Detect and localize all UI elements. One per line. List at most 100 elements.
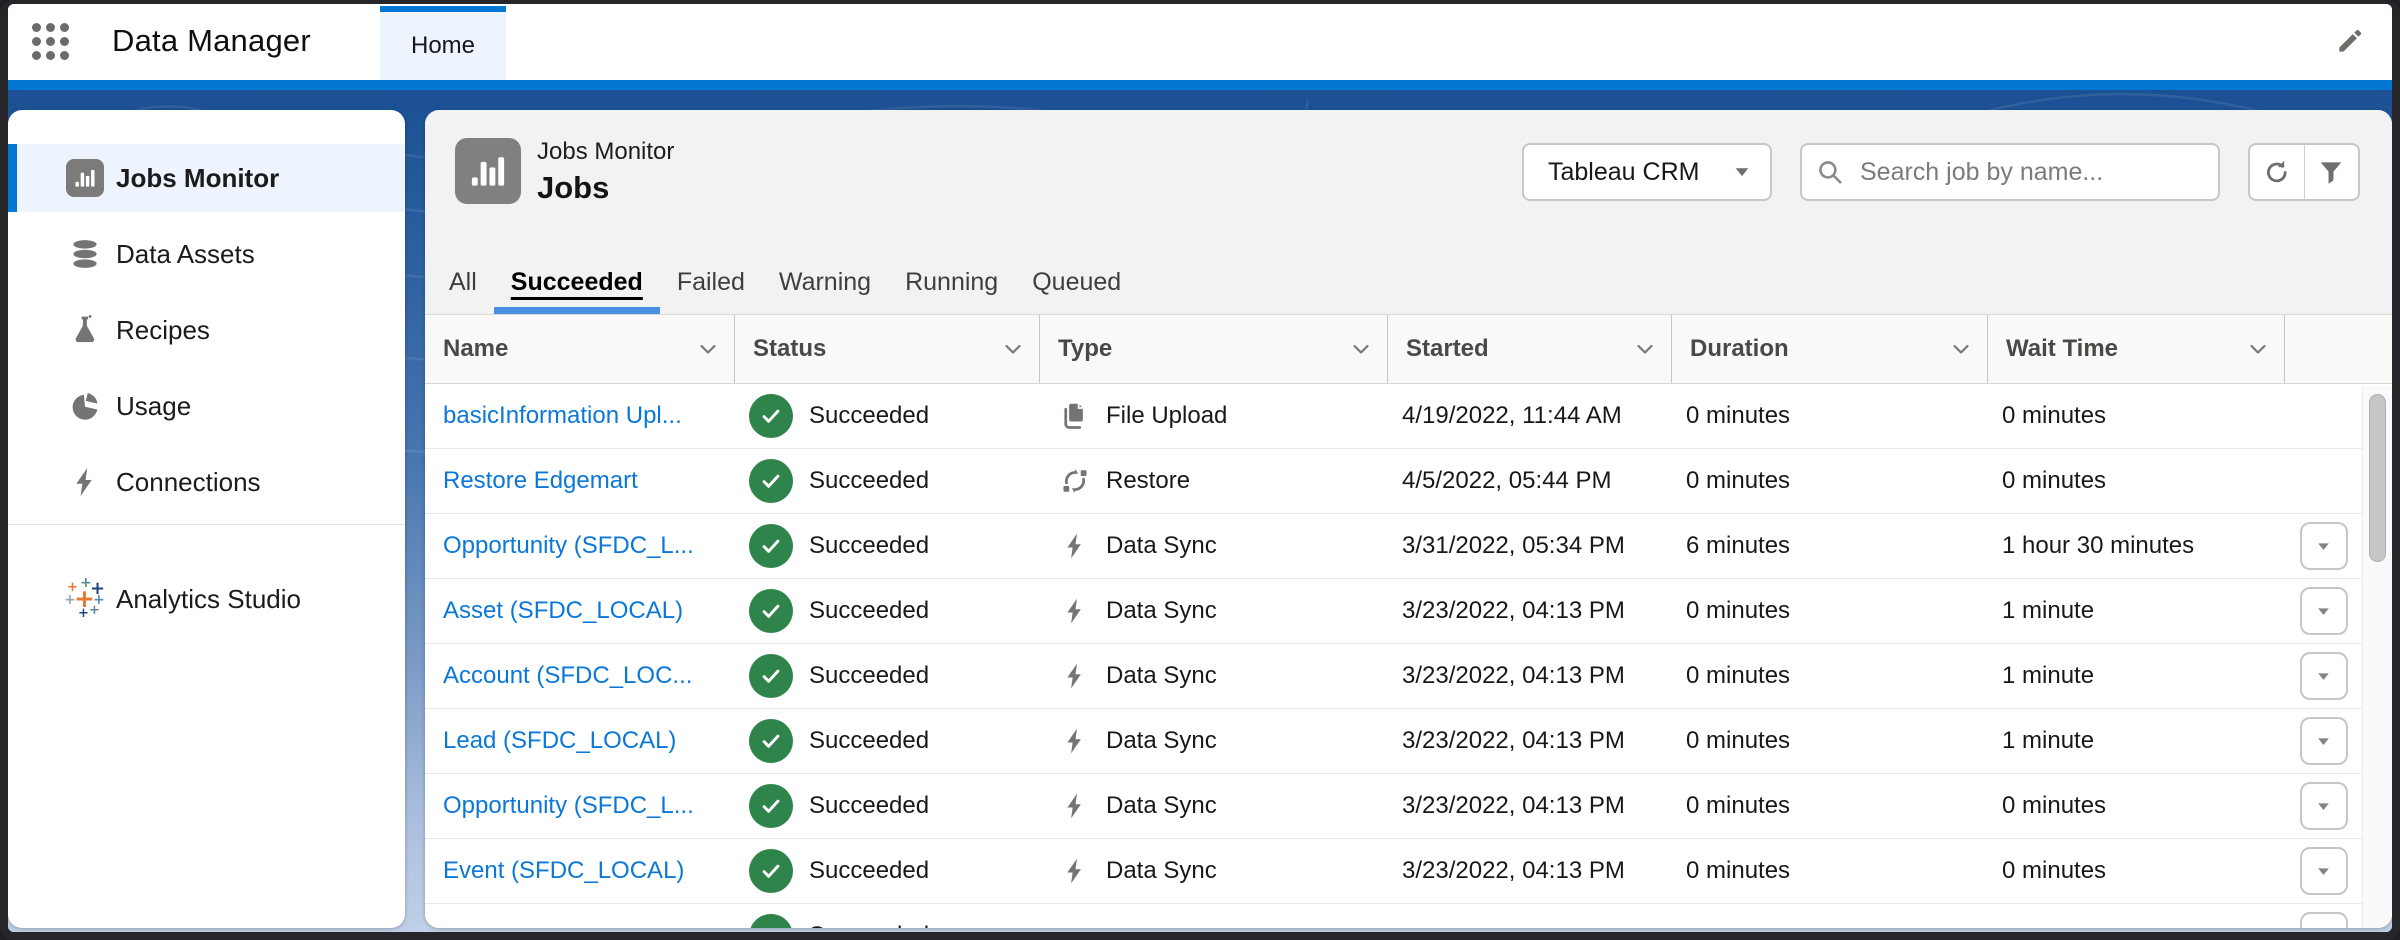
status-label: Succeeded bbox=[809, 792, 929, 820]
tab-running[interactable]: Running bbox=[905, 250, 998, 314]
job-name-link[interactable]: Account (SFDC_LOC... bbox=[443, 662, 692, 690]
lightning-icon bbox=[1060, 661, 1090, 691]
sidebar-item-label: Recipes bbox=[116, 315, 210, 346]
job-name-link[interactable]: basicInformation Upl... bbox=[443, 402, 682, 430]
sidebar-item-usage[interactable]: Usage bbox=[8, 372, 405, 440]
row-actions-button[interactable] bbox=[2300, 782, 2348, 830]
page-background: Jobs Monitor Data Assets Recipes Usage C… bbox=[8, 90, 2392, 932]
row-actions-button[interactable] bbox=[2300, 587, 2348, 635]
type-label: Data Sync bbox=[1106, 792, 1217, 820]
sidebar-item-label: Connections bbox=[116, 467, 261, 498]
column-header-duration[interactable]: Duration bbox=[1672, 315, 1988, 383]
app-launcher-waffle-icon[interactable] bbox=[32, 23, 72, 61]
tab-succeeded[interactable]: Succeeded bbox=[511, 250, 643, 314]
duration-cell: 0 minutes bbox=[1672, 727, 1988, 755]
status-label: Succeeded bbox=[809, 532, 929, 560]
sidebar-item-label: Data Assets bbox=[116, 239, 255, 270]
toolbar-button-group bbox=[2248, 143, 2360, 201]
job-name-link[interactable]: Restore Edgemart bbox=[443, 467, 638, 495]
chevron-down-icon bbox=[2246, 337, 2270, 361]
table-row: Opportunity (SFDC_L... Succeeded Data Sy… bbox=[425, 514, 2392, 579]
type-label: Data Sync bbox=[1106, 662, 1217, 690]
job-name-link[interactable]: Asset (SFDC_LOCAL) bbox=[443, 597, 683, 625]
pencil-icon[interactable] bbox=[2332, 24, 2368, 60]
table-row: Lead (SFDC_LOCAL) Succeeded Data Sync 3/… bbox=[425, 709, 2392, 774]
status-label: Succeeded bbox=[809, 662, 929, 690]
column-header-name[interactable]: Name bbox=[425, 315, 735, 383]
job-name-link[interactable]: Opportunity (SFDC_L... bbox=[443, 792, 694, 820]
column-header-status[interactable]: Status bbox=[735, 315, 1040, 383]
started-cell: 3/23/2022, 04:13 PM bbox=[1388, 662, 1672, 690]
table-scrollbar[interactable] bbox=[2362, 386, 2392, 928]
lightning-icon bbox=[1060, 791, 1090, 821]
tab-warning[interactable]: Warning bbox=[779, 250, 871, 314]
column-header-wait-time[interactable]: Wait Time bbox=[1988, 315, 2285, 383]
row-actions-button[interactable] bbox=[2300, 717, 2348, 765]
chevron-down-icon bbox=[696, 337, 720, 361]
status-label: Succeeded bbox=[809, 857, 929, 885]
table-row: Opportunity (SFDC_L... Succeeded Data Sy… bbox=[425, 774, 2392, 839]
sidebar-item-recipes[interactable]: Recipes bbox=[8, 296, 405, 364]
sidebar-item-jobs-monitor[interactable]: Jobs Monitor bbox=[8, 144, 405, 212]
wait-time-cell: 0 minutes bbox=[1988, 792, 2285, 820]
sidebar-item-analytics-studio[interactable]: + + + + + + + + Analytics Studio bbox=[8, 565, 405, 633]
scrollbar-thumb[interactable] bbox=[2369, 394, 2386, 562]
row-actions-button[interactable] bbox=[2300, 652, 2348, 700]
pie-chart-icon bbox=[66, 387, 104, 425]
success-check-icon bbox=[749, 719, 793, 763]
status-label: Succeeded bbox=[809, 597, 929, 625]
sidebar-divider bbox=[8, 524, 405, 525]
lightning-icon bbox=[1060, 726, 1090, 756]
duration-cell: 0 minutes bbox=[1672, 402, 1988, 430]
jobs-panel: Jobs Monitor Jobs Tableau CRM bbox=[425, 110, 2392, 928]
data-manager-window: Data Manager Home bbox=[8, 4, 2392, 932]
row-actions-button[interactable] bbox=[2300, 847, 2348, 895]
success-check-icon bbox=[749, 589, 793, 633]
job-name-link[interactable]: Lead (SFDC_LOCAL) bbox=[443, 727, 676, 755]
lightning-icon bbox=[1060, 531, 1090, 561]
sidebar-footer: + + + + + + + + Analytics Studio bbox=[8, 565, 405, 633]
duration-cell: 0 minutes bbox=[1672, 857, 1988, 885]
wait-time-cell: 1 minute bbox=[1988, 727, 2285, 755]
refresh-icon[interactable] bbox=[2250, 145, 2305, 199]
nav-tab-home[interactable]: Home bbox=[380, 6, 506, 80]
tab-all[interactable]: All bbox=[449, 250, 477, 314]
started-cell: 3/31/2022, 05:34 PM bbox=[1388, 532, 1672, 560]
started-cell: 4/19/2022, 11:44 AM bbox=[1388, 402, 1672, 430]
column-header-type[interactable]: Type bbox=[1040, 315, 1388, 383]
row-actions-button[interactable] bbox=[2300, 912, 2348, 928]
row-actions-button[interactable] bbox=[2300, 522, 2348, 570]
job-name-link[interactable]: Event (SFDC_LOCAL) bbox=[443, 857, 684, 885]
wait-time-cell: 1 minute bbox=[1988, 597, 2285, 625]
jobs-panel-header: Jobs Monitor Jobs Tableau CRM bbox=[425, 110, 2392, 314]
success-check-icon bbox=[749, 524, 793, 568]
success-check-icon bbox=[749, 784, 793, 828]
wait-time-cell: 0 minutes bbox=[1988, 467, 2285, 495]
sidebar: Jobs Monitor Data Assets Recipes Usage C… bbox=[8, 110, 405, 928]
sidebar-item-data-assets[interactable]: Data Assets bbox=[8, 220, 405, 288]
wait-time-cell: 0 minutes bbox=[1988, 857, 2285, 885]
sidebar-item-connections[interactable]: Connections bbox=[8, 448, 405, 516]
chevron-down-icon bbox=[1349, 337, 1373, 361]
search-input[interactable] bbox=[1800, 143, 2220, 201]
table-row: basicInformation Upl... Succeeded File U… bbox=[425, 384, 2392, 449]
org-picklist-value: Tableau CRM bbox=[1548, 158, 1699, 187]
type-label: File Upload bbox=[1106, 402, 1227, 430]
column-header-started[interactable]: Started bbox=[1388, 315, 1672, 383]
status-label: Succeeded bbox=[809, 727, 929, 755]
tab-failed[interactable]: Failed bbox=[677, 250, 745, 314]
lightning-icon bbox=[66, 463, 104, 501]
screenshot-frame: Data Manager Home bbox=[0, 0, 2400, 940]
flask-icon bbox=[66, 311, 104, 349]
database-icon bbox=[66, 235, 104, 273]
tab-queued[interactable]: Queued bbox=[1032, 250, 1121, 314]
breadcrumb: Jobs Monitor bbox=[537, 138, 674, 166]
org-picklist[interactable]: Tableau CRM bbox=[1522, 143, 1772, 201]
started-cell: 3/23/2022, 04:13 PM bbox=[1388, 727, 1672, 755]
search-box bbox=[1800, 143, 2220, 201]
filter-icon[interactable] bbox=[2305, 145, 2359, 199]
restore-icon bbox=[1060, 466, 1090, 496]
lightning-icon bbox=[1060, 596, 1090, 626]
header-controls: Tableau CRM bbox=[1522, 143, 2360, 201]
job-name-link[interactable]: Opportunity (SFDC_L... bbox=[443, 532, 694, 560]
